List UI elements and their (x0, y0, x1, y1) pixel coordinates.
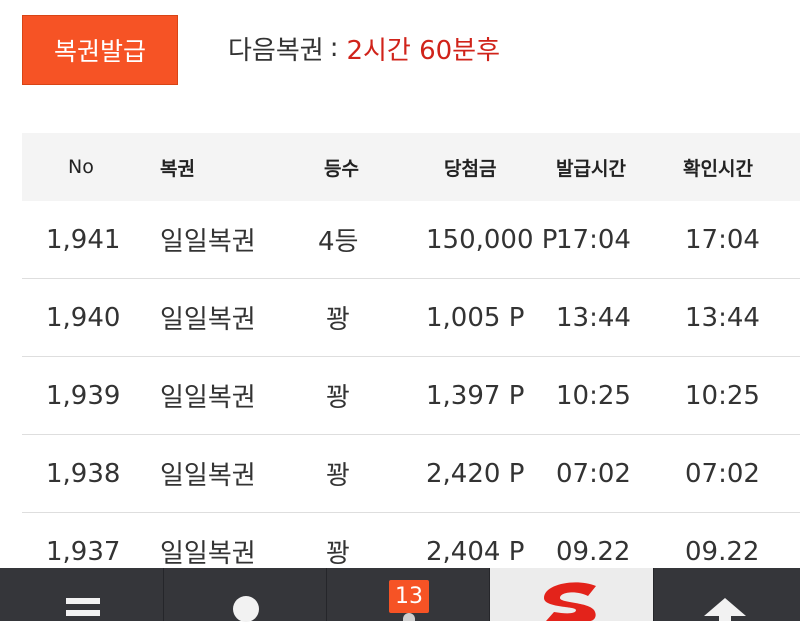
cell-lottery: 일일복권 (160, 305, 256, 335)
next-lottery-colon: : (329, 33, 339, 63)
table-header: No 복권 등수 당첨금 발급시간 확인시간 (22, 133, 800, 201)
cell-no: 1,941 (46, 224, 121, 255)
cell-check-time: 17:04 (685, 224, 760, 255)
bottom-navigation: 13 (0, 568, 800, 622)
cell-no: 1,938 (46, 458, 121, 489)
top-bar: 복권발급 다음복권 : 2시간 60분후 (0, 0, 800, 100)
column-header-prize: 당첨금 (444, 157, 497, 180)
cell-rank: 꽝 (326, 539, 350, 569)
table-row: 1,941 일일복권 4등 150,000 P 17:04 17:04 (22, 201, 800, 279)
cell-issue-time: 13:44 (556, 302, 631, 333)
cell-prize: 2,404 P (426, 536, 525, 567)
cell-no: 1,940 (46, 302, 121, 333)
cell-check-time: 09.22 (685, 536, 760, 567)
cell-prize: 150,000 P (426, 224, 558, 255)
cell-rank: 꽝 (326, 305, 350, 335)
column-header-rank: 등수 (324, 157, 359, 180)
cell-lottery: 일일복권 (160, 227, 256, 257)
site-logo-icon (544, 582, 596, 621)
next-lottery-label: 다음복권 (228, 35, 324, 66)
lottery-history-table: No 복권 등수 당첨금 발급시간 확인시간 1,941 일일복권 4등 150… (22, 133, 800, 591)
cell-issue-time: 17:04 (556, 224, 631, 255)
notification-icon (403, 613, 415, 621)
cell-no: 1,937 (46, 536, 121, 567)
cell-no: 1,939 (46, 380, 121, 411)
cell-lottery: 일일복권 (160, 539, 256, 569)
nav-user-button[interactable] (164, 568, 327, 622)
notification-count-badge: 13 (389, 580, 429, 613)
table-row: 1,939 일일복권 꽝 1,397 P 10:25 10:25 (22, 357, 800, 435)
nav-scroll-top-button[interactable] (654, 568, 800, 621)
arrow-up-stem (719, 614, 731, 621)
nav-menu-button[interactable] (0, 568, 164, 621)
cell-check-time: 10:25 (685, 380, 760, 411)
menu-icon (66, 598, 100, 621)
cell-prize: 2,420 P (426, 458, 525, 489)
cell-lottery: 일일복권 (160, 383, 256, 413)
cell-lottery: 일일복권 (160, 461, 256, 491)
cell-issue-time: 07:02 (556, 458, 631, 489)
cell-rank: 꽝 (326, 461, 350, 491)
cell-issue-time: 09.22 (556, 536, 631, 567)
next-lottery-info: 다음복권 : 2시간 60분후 (228, 28, 500, 68)
cell-prize: 1,005 P (426, 302, 525, 333)
issue-lottery-button[interactable]: 복권발급 (22, 15, 178, 85)
cell-check-time: 13:44 (685, 302, 760, 333)
column-header-no: No (68, 156, 94, 178)
next-lottery-countdown: 2시간 60분후 (346, 35, 501, 66)
nav-home-logo-button[interactable] (490, 568, 654, 621)
column-header-issue-time: 발급시간 (556, 157, 626, 180)
nav-notification-button[interactable]: 13 (327, 568, 490, 621)
user-icon (233, 596, 259, 622)
cell-issue-time: 10:25 (556, 380, 631, 411)
cell-rank: 4등 (318, 227, 359, 257)
cell-check-time: 07:02 (685, 458, 760, 489)
cell-prize: 1,397 P (426, 380, 525, 411)
table-row: 1,938 일일복권 꽝 2,420 P 07:02 07:02 (22, 435, 800, 513)
cell-rank: 꽝 (326, 383, 350, 413)
column-header-check-time: 확인시간 (683, 157, 753, 180)
column-header-lottery: 복권 (160, 157, 195, 180)
table-row: 1,940 일일복권 꽝 1,005 P 13:44 13:44 (22, 279, 800, 357)
